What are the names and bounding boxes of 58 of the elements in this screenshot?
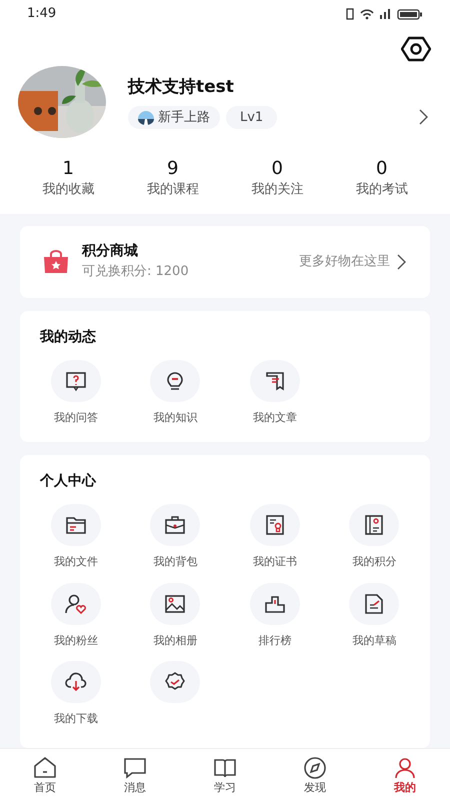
folder-button[interactable] (50, 504, 101, 546)
book-button[interactable] (349, 504, 400, 546)
tab[interactable]: 发现 (270, 749, 360, 800)
tab[interactable]: 学习 (180, 749, 270, 800)
question-button[interactable] (50, 360, 101, 402)
stat-value[interactable]: 0 (272, 158, 283, 180)
badge-check-button[interactable] (150, 661, 200, 703)
wifi-icon (360, 8, 374, 20)
rank-label: 新手上路 (158, 109, 210, 127)
points-mall-card[interactable]: 积分商城 可兑换积分: 1200 更多好物在这里 (20, 226, 430, 298)
menu-label[interactable]: 我的证书 (252, 554, 297, 570)
tab[interactable]: 我的 (360, 749, 450, 800)
certificate-button[interactable] (250, 504, 300, 546)
stat-value[interactable]: 0 (376, 158, 388, 180)
image-button[interactable] (150, 582, 200, 624)
section-title: 我的动态 (38, 328, 97, 346)
cloud-download-button[interactable] (50, 661, 101, 703)
menu-label[interactable]: 我的草稿 (352, 632, 396, 649)
tab[interactable]: 消息 (90, 749, 180, 800)
menu-label[interactable]: 我的背包 (153, 554, 198, 570)
stat-label[interactable]: 我的课程 (146, 180, 199, 200)
section-title: 个人中心 (38, 472, 98, 491)
person-heart-button[interactable] (50, 582, 101, 624)
stat-value[interactable]: 9 (167, 158, 178, 180)
stat-value[interactable]: 1 (62, 158, 74, 180)
settings-icon[interactable] (401, 36, 431, 62)
document-pen-button[interactable] (349, 582, 400, 624)
home-icon (32, 754, 58, 780)
briefcase-button[interactable] (150, 504, 200, 546)
menu-label[interactable]: 我的积分 (352, 554, 396, 570)
shopping-bag-icon (42, 250, 70, 274)
bulb-button[interactable] (150, 360, 200, 402)
compass-icon (302, 754, 328, 780)
chevron-right-icon (396, 254, 406, 270)
menu-label[interactable]: 排行榜 (258, 632, 292, 649)
menu-label[interactable]: 我的文件 (54, 554, 98, 570)
menu-label[interactable]: 我的粉丝 (54, 632, 98, 649)
more-link[interactable]: 更多好物在这里 (299, 252, 390, 272)
menu-label[interactable]: 我的问答 (54, 410, 98, 426)
scroll-button[interactable] (250, 360, 300, 402)
level-badge: Lv1 (226, 106, 278, 130)
stat-label[interactable]: 我的关注 (251, 180, 304, 200)
stat-label[interactable]: 我的收藏 (42, 180, 94, 200)
tab[interactable]: 首页 (0, 749, 90, 800)
card-title: 积分商城 (82, 242, 139, 262)
status-time: 1:49 (27, 5, 56, 24)
battery-icon (397, 8, 423, 20)
signal-icon (380, 9, 391, 19)
stat-label[interactable]: 我的考试 (356, 180, 408, 200)
road-icon (138, 110, 154, 125)
menu-label[interactable]: 我的相册 (153, 632, 198, 649)
chevron-right-icon (418, 109, 428, 125)
user-name: 技术支持test (128, 76, 235, 99)
menu-label[interactable]: 我的文章 (252, 410, 297, 426)
points-balance: 可兑换积分: 1200 (82, 263, 190, 282)
podium-button[interactable] (250, 582, 300, 624)
menu-label[interactable]: 我的知识 (153, 410, 198, 426)
menu-label[interactable]: 我的下载 (54, 711, 98, 728)
